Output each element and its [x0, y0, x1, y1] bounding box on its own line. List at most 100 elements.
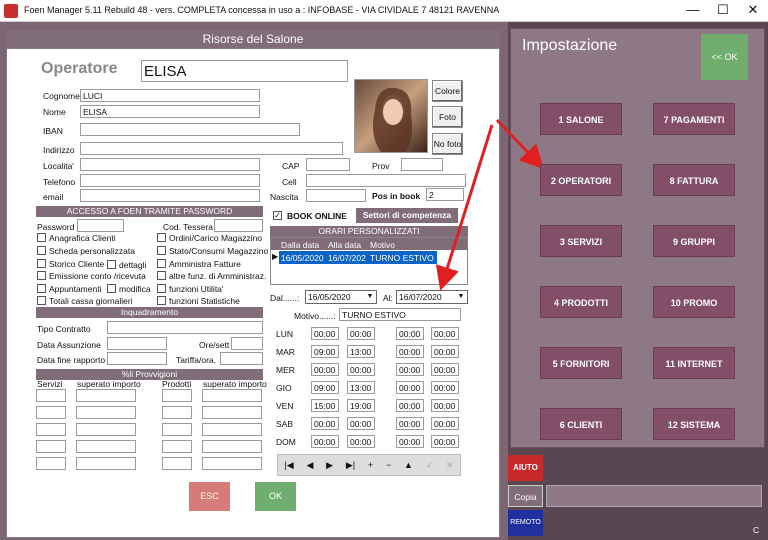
iban-field[interactable] [80, 123, 300, 136]
perm-checkbox[interactable] [37, 246, 46, 255]
time-field[interactable]: 15:00 [311, 399, 339, 412]
provv-superato-field[interactable] [202, 389, 262, 402]
perm-checkbox[interactable] [37, 233, 46, 242]
copia-button[interactable]: Copia [508, 485, 543, 507]
provv-superato-field[interactable] [202, 406, 262, 419]
menu-button[interactable]: 2 OPERATORI [540, 164, 622, 196]
maximize-button[interactable]: ☐ [708, 0, 738, 22]
cognome-field[interactable]: LUCI [80, 89, 260, 102]
time-field[interactable]: 00:00 [396, 399, 424, 412]
email-field[interactable] [80, 189, 260, 202]
perm-checkbox[interactable] [157, 259, 166, 268]
ore-sett-field[interactable] [231, 337, 263, 350]
provv-servizi-field[interactable] [36, 406, 66, 419]
nav-button-8[interactable]: ✕ [446, 460, 454, 471]
time-field[interactable]: 00:00 [431, 435, 459, 448]
localita-field[interactable] [80, 158, 260, 171]
nav-button-5[interactable]: − [386, 460, 391, 470]
menu-button[interactable]: 7 PAGAMENTI [653, 103, 735, 135]
provv-servizi-field[interactable] [36, 440, 66, 453]
time-field[interactable]: 00:00 [347, 435, 375, 448]
provv-superato-field[interactable] [202, 457, 262, 470]
time-field[interactable]: 13:00 [347, 345, 375, 358]
provv-prodotti-field[interactable] [162, 389, 192, 402]
data-assunzione-field[interactable] [107, 337, 167, 350]
provv-superato-field[interactable] [76, 423, 136, 436]
perm-checkbox[interactable] [157, 284, 166, 293]
time-field[interactable]: 09:00 [311, 381, 339, 394]
nav-button-0[interactable]: |◀ [284, 460, 293, 471]
time-field[interactable]: 00:00 [431, 327, 459, 340]
time-field[interactable]: 00:00 [311, 435, 339, 448]
perm-checkbox[interactable] [37, 259, 46, 268]
time-field[interactable]: 00:00 [396, 363, 424, 376]
perm-checkbox[interactable] [157, 233, 166, 242]
modifica-checkbox[interactable] [107, 284, 116, 293]
time-field[interactable]: 00:00 [431, 417, 459, 430]
dal-select[interactable]: 16/05/2020 ▼ [305, 290, 377, 304]
ok-button[interactable]: OK [255, 482, 296, 511]
provv-servizi-field[interactable] [36, 423, 66, 436]
perm-checkbox[interactable] [37, 296, 46, 305]
time-field[interactable]: 09:00 [311, 345, 339, 358]
time-field[interactable]: 00:00 [431, 363, 459, 376]
nav-button-4[interactable]: + [368, 460, 373, 470]
tessera-field[interactable] [214, 219, 263, 232]
provv-prodotti-field[interactable] [162, 406, 192, 419]
nav-button-6[interactable]: ▲ [404, 460, 413, 470]
tipo-contratto-field[interactable] [107, 321, 263, 334]
provv-prodotti-field[interactable] [162, 423, 192, 436]
provv-superato-field[interactable] [76, 457, 136, 470]
back-ok-button[interactable]: << OK [701, 34, 748, 80]
menu-button[interactable]: 8 FATTURA [653, 164, 735, 196]
al-select[interactable]: 16/07/2020 ▼ [396, 290, 468, 304]
perm-checkbox[interactable] [157, 271, 166, 280]
provv-superato-field[interactable] [76, 389, 136, 402]
time-field[interactable]: 13:00 [347, 381, 375, 394]
menu-button[interactable]: 10 PROMO [653, 286, 735, 318]
nav-button-3[interactable]: ▶| [346, 460, 355, 471]
password-field[interactable] [77, 219, 124, 232]
time-field[interactable]: 00:00 [431, 345, 459, 358]
colore-button[interactable]: Colore [432, 80, 463, 102]
time-field[interactable]: 00:00 [431, 381, 459, 394]
time-field[interactable]: 00:00 [396, 381, 424, 394]
menu-button[interactable]: 6 CLIENTI [540, 408, 622, 440]
provv-prodotti-field[interactable] [162, 457, 192, 470]
time-field[interactable]: 00:00 [431, 399, 459, 412]
minimize-button[interactable]: — [678, 0, 708, 22]
telefono-field[interactable] [80, 174, 260, 187]
perm-checkbox[interactable] [37, 284, 46, 293]
operatore-field[interactable]: ELISA [141, 60, 348, 82]
tariffa-field[interactable] [220, 352, 263, 365]
time-field[interactable]: 00:00 [396, 345, 424, 358]
dettagli-checkbox[interactable] [107, 260, 116, 269]
perm-checkbox[interactable] [157, 296, 166, 305]
nofoto-button[interactable]: No foto [432, 133, 463, 155]
foto-button[interactable]: Foto [432, 106, 463, 128]
close-button[interactable]: ✕ [738, 0, 768, 22]
provv-superato-field[interactable] [76, 406, 136, 419]
time-field[interactable]: 00:00 [396, 417, 424, 430]
aiuto-button[interactable]: AIUTO [508, 455, 543, 481]
time-field[interactable]: 00:00 [396, 435, 424, 448]
esc-button[interactable]: ESC [189, 482, 230, 511]
perm-checkbox[interactable] [157, 246, 166, 255]
settori-button[interactable]: Settori di competenza [356, 208, 458, 223]
posinbook-field[interactable]: 2 [426, 188, 464, 201]
remoto-button[interactable]: REMOTO [508, 510, 543, 536]
indirizzo-field[interactable] [80, 142, 343, 155]
menu-button[interactable]: 5 FORNITORI [540, 347, 622, 379]
time-field[interactable]: 00:00 [347, 363, 375, 376]
time-field[interactable]: 19:00 [347, 399, 375, 412]
time-field[interactable]: 00:00 [311, 417, 339, 430]
time-field[interactable]: 00:00 [347, 417, 375, 430]
time-field[interactable]: 00:00 [347, 327, 375, 340]
cell-field[interactable] [306, 174, 466, 187]
time-field[interactable]: 00:00 [396, 327, 424, 340]
menu-button[interactable]: 12 SISTEMA [653, 408, 735, 440]
menu-button[interactable]: 9 GRUPPI [653, 225, 735, 257]
data-fine-field[interactable] [107, 352, 167, 365]
menu-button[interactable]: 11 INTERNET [653, 347, 735, 379]
provv-servizi-field[interactable] [36, 457, 66, 470]
